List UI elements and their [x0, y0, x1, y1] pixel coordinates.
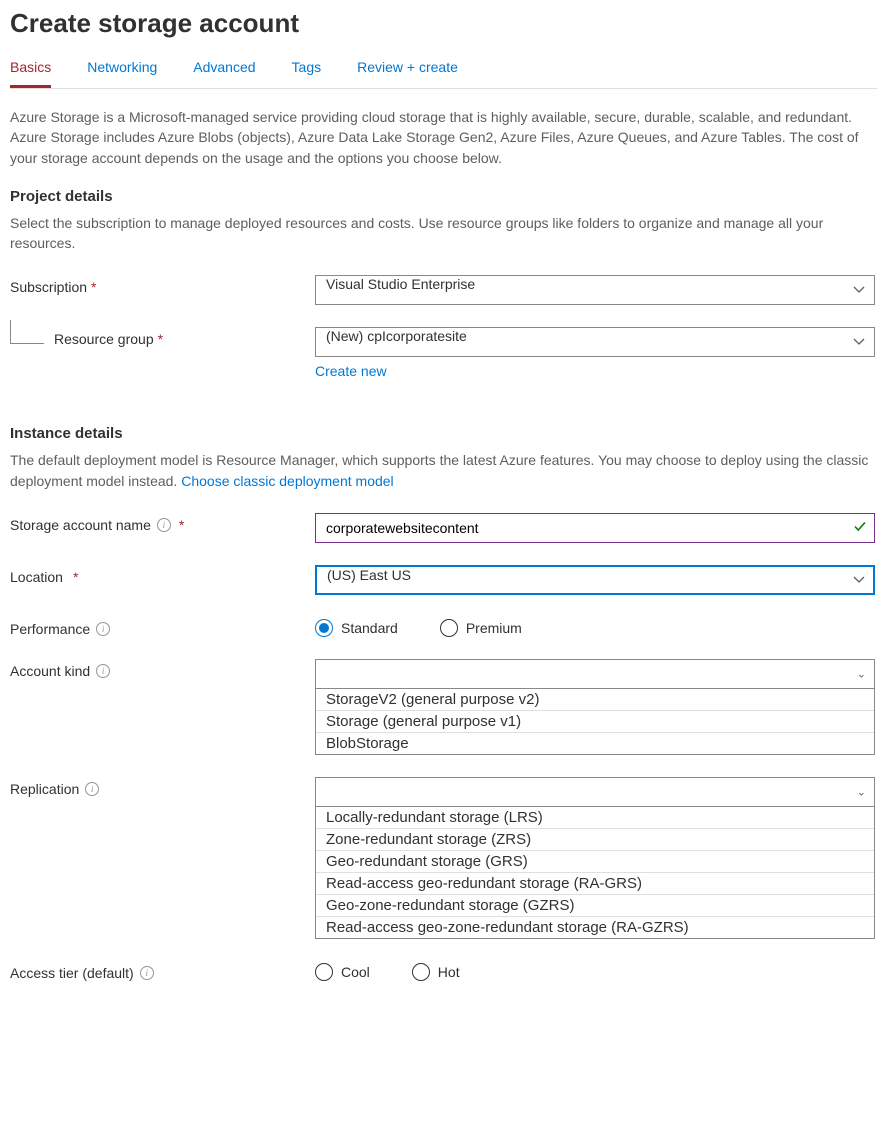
tab-tags[interactable]: Tags	[292, 53, 322, 88]
tab-networking[interactable]: Networking	[87, 53, 157, 88]
required-marker: *	[158, 331, 163, 347]
performance-premium-radio[interactable]: Premium	[440, 619, 522, 637]
account-kind-option[interactable]: StorageV2 (general purpose v2)	[316, 689, 874, 710]
resource-group-label: Resource group	[54, 331, 154, 347]
replication-option[interactable]: Locally-redundant storage (LRS)	[316, 807, 874, 828]
create-new-link[interactable]: Create new	[315, 363, 387, 379]
account-kind-listbox: StorageV2 (general purpose v2) Storage (…	[315, 689, 875, 755]
classic-deployment-link[interactable]: Choose classic deployment model	[181, 473, 393, 489]
subscription-select[interactable]: Visual Studio Enterprise	[315, 275, 875, 305]
performance-standard-radio[interactable]: Standard	[315, 619, 398, 637]
required-marker: *	[91, 279, 96, 295]
checkmark-icon	[853, 520, 867, 537]
access-tier-hot-radio[interactable]: Hot	[412, 963, 460, 981]
tree-line-icon	[10, 320, 44, 344]
access-tier-cool-radio[interactable]: Cool	[315, 963, 370, 981]
replication-option[interactable]: Zone-redundant storage (ZRS)	[316, 828, 874, 850]
tab-review-create[interactable]: Review + create	[357, 53, 458, 88]
location-label: Location	[10, 569, 63, 585]
replication-label: Replication	[10, 781, 79, 797]
account-kind-select[interactable]: ⌄	[315, 659, 875, 689]
radio-selected-icon	[315, 619, 333, 637]
tab-bar: Basics Networking Advanced Tags Review +…	[10, 53, 877, 89]
required-marker: *	[179, 517, 184, 533]
info-icon[interactable]: i	[140, 966, 154, 980]
storage-account-name-label: Storage account name	[10, 517, 151, 533]
page-title: Create storage account	[10, 8, 877, 39]
access-tier-label: Access tier (default)	[10, 965, 134, 981]
subscription-label: Subscription	[10, 279, 87, 295]
instance-details-heading: Instance details	[10, 425, 877, 442]
replication-select[interactable]: ⌄	[315, 777, 875, 807]
info-icon[interactable]: i	[85, 782, 99, 796]
radio-unselected-icon	[315, 963, 333, 981]
replication-option[interactable]: Read-access geo-redundant storage (RA-GR…	[316, 872, 874, 894]
chevron-down-icon: ⌄	[857, 668, 866, 681]
resource-group-select[interactable]: (New) cpIcorporatesite	[315, 327, 875, 357]
project-details-heading: Project details	[10, 188, 877, 205]
account-kind-option[interactable]: BlobStorage	[316, 732, 874, 754]
info-icon[interactable]: i	[96, 664, 110, 678]
replication-listbox: Locally-redundant storage (LRS) Zone-red…	[315, 807, 875, 939]
chevron-down-icon: ⌄	[857, 786, 866, 799]
required-marker: *	[73, 569, 78, 585]
performance-label: Performance	[10, 621, 90, 637]
info-icon[interactable]: i	[157, 518, 171, 532]
account-kind-option[interactable]: Storage (general purpose v1)	[316, 710, 874, 732]
tab-basics[interactable]: Basics	[10, 53, 51, 88]
replication-option[interactable]: Geo-redundant storage (GRS)	[316, 850, 874, 872]
replication-option[interactable]: Read-access geo-zone-redundant storage (…	[316, 916, 874, 938]
storage-account-name-input[interactable]	[315, 513, 875, 543]
radio-unselected-icon	[412, 963, 430, 981]
tab-advanced[interactable]: Advanced	[193, 53, 255, 88]
instance-details-desc: The default deployment model is Resource…	[10, 450, 877, 491]
project-details-desc: Select the subscription to manage deploy…	[10, 213, 877, 254]
account-kind-label: Account kind	[10, 663, 90, 679]
info-icon[interactable]: i	[96, 622, 110, 636]
location-select[interactable]: (US) East US	[315, 565, 875, 595]
intro-text: Azure Storage is a Microsoft-managed ser…	[10, 107, 877, 168]
radio-unselected-icon	[440, 619, 458, 637]
replication-option[interactable]: Geo-zone-redundant storage (GZRS)	[316, 894, 874, 916]
